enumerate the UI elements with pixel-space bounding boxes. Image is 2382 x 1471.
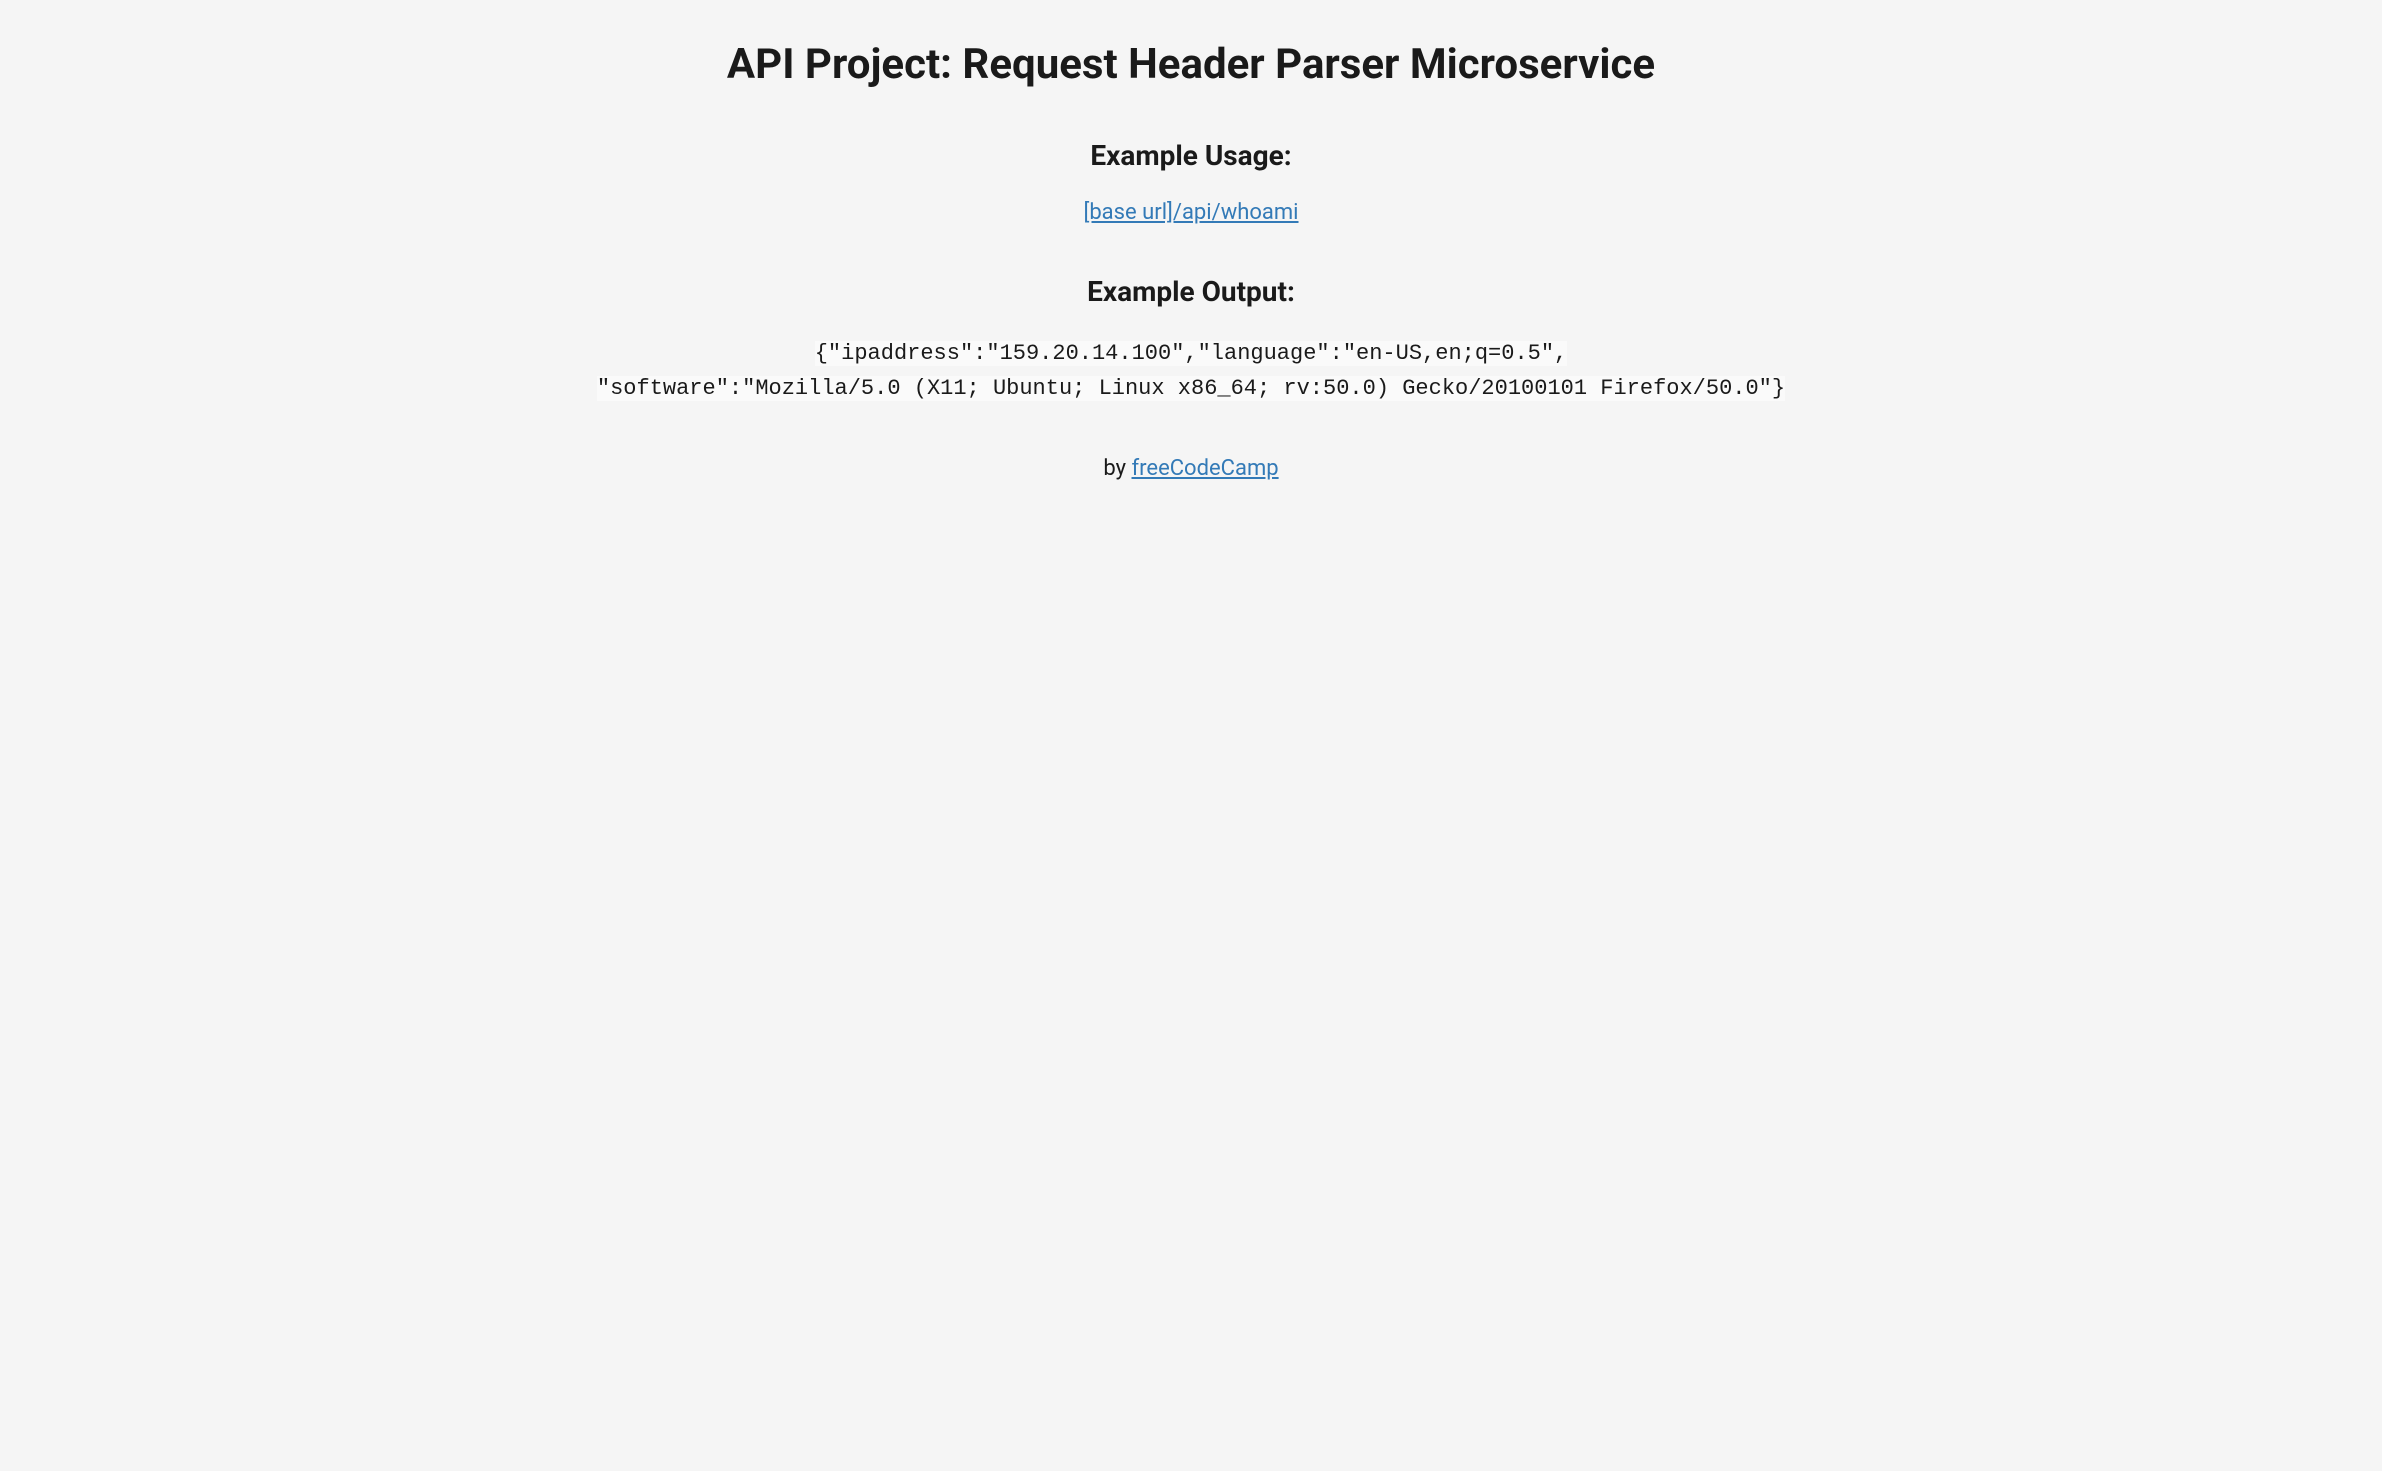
footer-link[interactable]: freeCodeCamp <box>1132 456 1279 481</box>
footer-by-text: by <box>1103 456 1131 481</box>
example-usage-section: Example Usage: [base url]/api/whoami <box>511 139 1871 225</box>
footer: by freeCodeCamp <box>511 456 1871 481</box>
example-output-code-line1: {"ipaddress":"159.20.14.100","language":… <box>815 341 1568 366</box>
example-usage-heading: Example Usage: <box>511 139 1871 172</box>
example-usage-link[interactable]: [base url]/api/whoami <box>1083 200 1298 225</box>
page-title: API Project: Request Header Parser Micro… <box>511 40 1871 89</box>
example-output-section: Example Output: {"ipaddress":"159.20.14.… <box>511 275 1871 406</box>
example-usage-link-wrapper: [base url]/api/whoami <box>511 200 1871 225</box>
example-output-code-wrapper: {"ipaddress":"159.20.14.100","language":… <box>511 336 1871 406</box>
example-output-heading: Example Output: <box>511 275 1871 308</box>
main-container: API Project: Request Header Parser Micro… <box>491 40 1891 481</box>
example-output-code-line2: "software":"Mozilla/5.0 (X11; Ubuntu; Li… <box>597 376 1785 401</box>
